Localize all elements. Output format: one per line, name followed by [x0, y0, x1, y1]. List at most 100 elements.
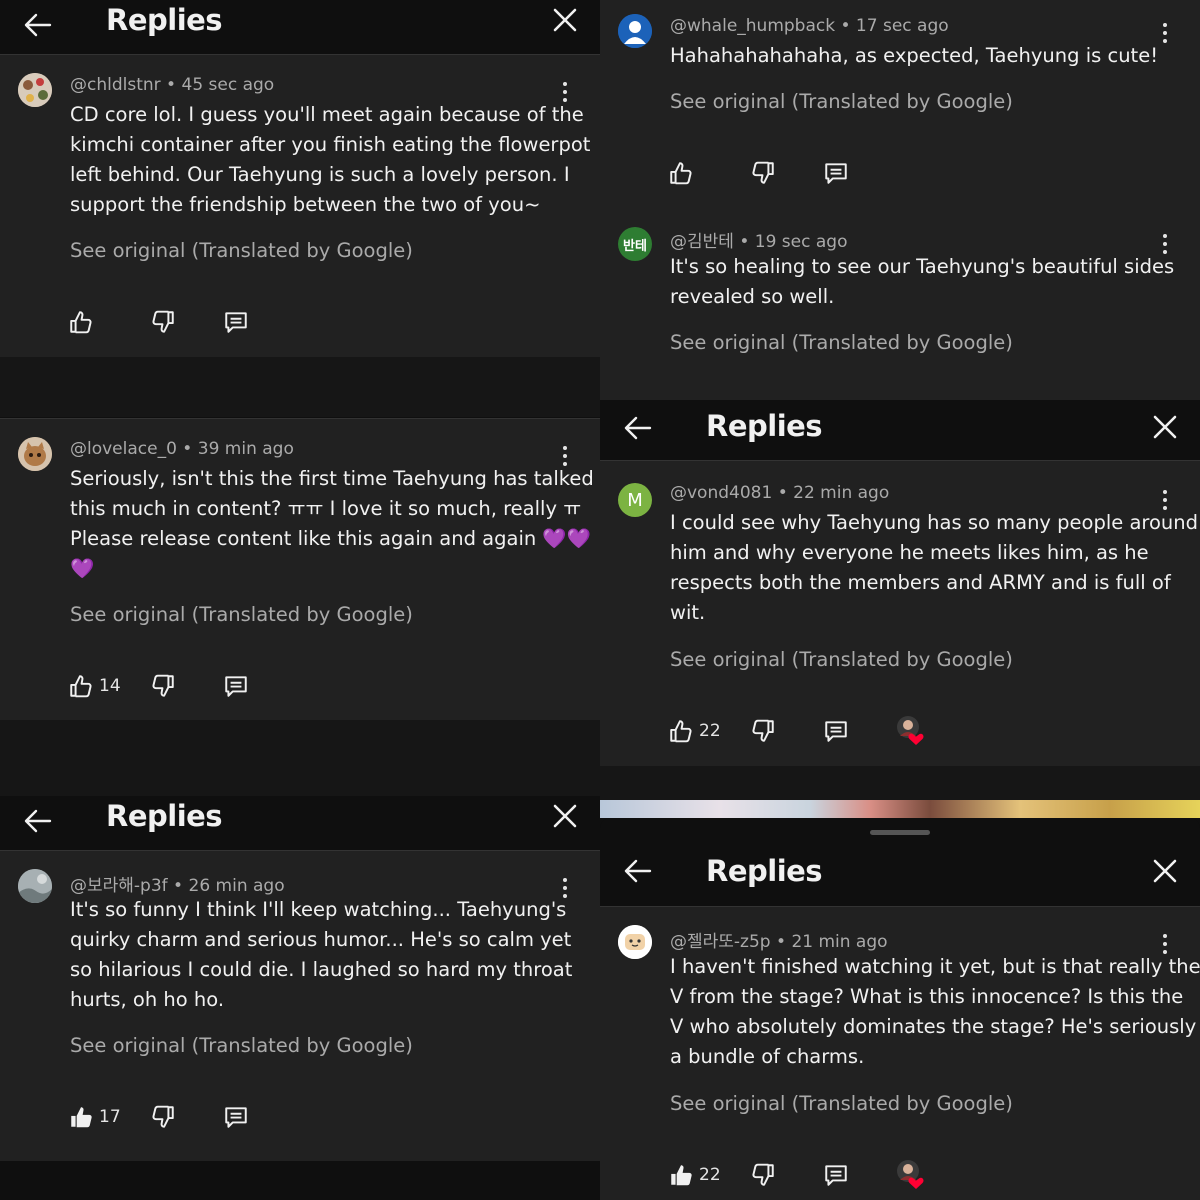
reply-button[interactable] — [823, 1160, 849, 1190]
like-count: 17 — [99, 1107, 121, 1127]
dislike-button[interactable] — [750, 158, 776, 188]
like-button[interactable]: 14 — [68, 671, 121, 701]
close-icon[interactable] — [1150, 856, 1180, 886]
comment-card: @젤라또-z5p • 21 min ago I haven't finished… — [600, 907, 1200, 1200]
close-icon[interactable] — [550, 801, 580, 831]
reply-icon — [825, 1165, 847, 1186]
comment-handle[interactable]: @lovelace_0 — [70, 439, 177, 459]
see-original-link[interactable]: See original (Translated by Google) — [670, 90, 1013, 113]
comment-handle[interactable]: @chldlstnr — [70, 75, 161, 95]
close-icon[interactable] — [1150, 412, 1180, 442]
thumbs-down-icon — [752, 1163, 774, 1186]
replies-header: Replies — [600, 840, 1200, 907]
reply-button[interactable] — [223, 671, 249, 701]
reply-icon — [825, 163, 847, 184]
dislike-button[interactable] — [750, 1160, 776, 1190]
comment-handle[interactable]: @젤라또-z5p — [670, 932, 771, 952]
thumbs-down-icon — [152, 310, 174, 333]
dislike-button[interactable] — [150, 1102, 176, 1132]
comment-time: 39 min ago — [197, 439, 294, 459]
comment-time: 21 min ago — [791, 932, 888, 952]
creator-heart-icon — [897, 716, 924, 745]
like-count: 22 — [699, 1165, 721, 1185]
divider — [600, 766, 1200, 800]
avatar-image — [18, 73, 52, 107]
back-arrow-icon[interactable] — [20, 803, 56, 839]
like-button[interactable]: 17 — [68, 1102, 121, 1132]
avatar[interactable]: 반테 — [618, 227, 652, 261]
see-original-link[interactable]: See original (Translated by Google) — [70, 603, 413, 626]
drag-handle[interactable] — [870, 830, 930, 835]
comment-text: It's so healing to see our Taehyung's be… — [670, 255, 1175, 308]
comment-meta: @vond4081 • 22 min ago — [670, 483, 890, 503]
close-icon[interactable] — [550, 5, 580, 35]
like-button[interactable] — [68, 307, 94, 337]
comment-meta: @chldlstnr • 45 sec ago — [70, 75, 275, 95]
comment-time: 17 sec ago — [855, 16, 949, 36]
thumbs-down-icon — [152, 1105, 174, 1128]
see-original-link[interactable]: See original (Translated by Google) — [670, 648, 1013, 671]
like-button[interactable]: 22 — [668, 1160, 721, 1190]
comment-handle[interactable]: @김반테 — [670, 232, 734, 252]
dislike-button[interactable] — [750, 716, 776, 746]
cat-avatar-image — [18, 437, 52, 471]
avatar-image — [618, 925, 652, 959]
thumbs-up-icon — [670, 720, 692, 743]
see-original-link[interactable]: See original (Translated by Google) — [670, 331, 1013, 354]
comment-time: 26 min ago — [188, 876, 285, 896]
back-arrow-icon[interactable] — [620, 410, 656, 446]
avatar[interactable] — [18, 869, 52, 903]
comment-card: @whale_humpback • 17 sec ago Hahahahahah… — [600, 0, 1200, 210]
divider — [0, 357, 600, 417]
comment-card: @lovelace_0 • 39 min ago Seriously, isn'… — [0, 418, 600, 721]
avatar[interactable] — [618, 14, 652, 48]
see-original-link[interactable]: See original (Translated by Google) — [670, 1092, 1013, 1115]
comment-handle[interactable]: @보라해-p3f — [70, 876, 168, 896]
dislike-button[interactable] — [150, 307, 176, 337]
back-arrow-icon[interactable] — [620, 853, 656, 889]
thumbs-down-icon — [752, 161, 774, 184]
thumbs-up-icon — [70, 675, 92, 698]
reply-button[interactable] — [223, 1102, 249, 1132]
thumbs-up-filled-icon — [671, 1165, 692, 1186]
comment-meta: @lovelace_0 • 39 min ago — [70, 439, 294, 459]
avatar[interactable] — [18, 73, 52, 107]
reply-button[interactable] — [223, 307, 249, 337]
dislike-button[interactable] — [150, 671, 176, 701]
avatar[interactable]: M — [618, 483, 652, 517]
comment-text: I haven't finished watching it yet, but … — [670, 955, 1200, 1068]
replies-header: Replies — [0, 0, 600, 55]
comment-card: @chldlstnr • 45 sec ago CD core lol. I g… — [0, 55, 600, 357]
thumbs-down-icon — [752, 719, 774, 742]
reply-icon — [825, 721, 847, 742]
see-original-link[interactable]: See original (Translated by Google) — [70, 1034, 413, 1057]
comment-meta: @whale_humpback • 17 sec ago — [670, 16, 949, 36]
see-original-link[interactable]: See original (Translated by Google) — [70, 239, 413, 262]
reply-button[interactable] — [823, 716, 849, 746]
like-count: 22 — [699, 721, 721, 741]
comment-text: Seriously, isn't this the first time Tae… — [70, 467, 594, 580]
avatar[interactable] — [618, 925, 652, 959]
thumbs-down-icon — [152, 674, 174, 697]
thumbs-up-filled-icon — [71, 1107, 92, 1128]
like-button[interactable]: 22 — [668, 716, 721, 746]
reply-icon — [225, 312, 247, 333]
default-user-icon — [618, 14, 652, 48]
reply-button[interactable] — [823, 158, 849, 188]
comment-time: 22 min ago — [793, 483, 890, 503]
like-button[interactable] — [668, 158, 694, 188]
comment-handle[interactable]: @whale_humpback — [670, 16, 835, 36]
comment-card: 반테 @김반테 • 19 sec ago It's so healing to … — [600, 210, 1200, 400]
comment-handle[interactable]: @vond4081 — [670, 483, 772, 503]
thumbs-up-icon — [670, 162, 692, 185]
header-title: Replies — [106, 799, 223, 833]
divider — [0, 720, 600, 796]
back-arrow-icon[interactable] — [20, 7, 56, 43]
reply-icon — [225, 1107, 247, 1128]
comment-actions: 22 — [668, 1160, 968, 1190]
comment-meta: @보라해-p3f • 26 min ago — [70, 876, 285, 896]
header-title: Replies — [706, 854, 823, 888]
avatar[interactable] — [18, 437, 52, 471]
reply-icon — [225, 676, 247, 697]
replies-header: Replies — [0, 796, 600, 851]
